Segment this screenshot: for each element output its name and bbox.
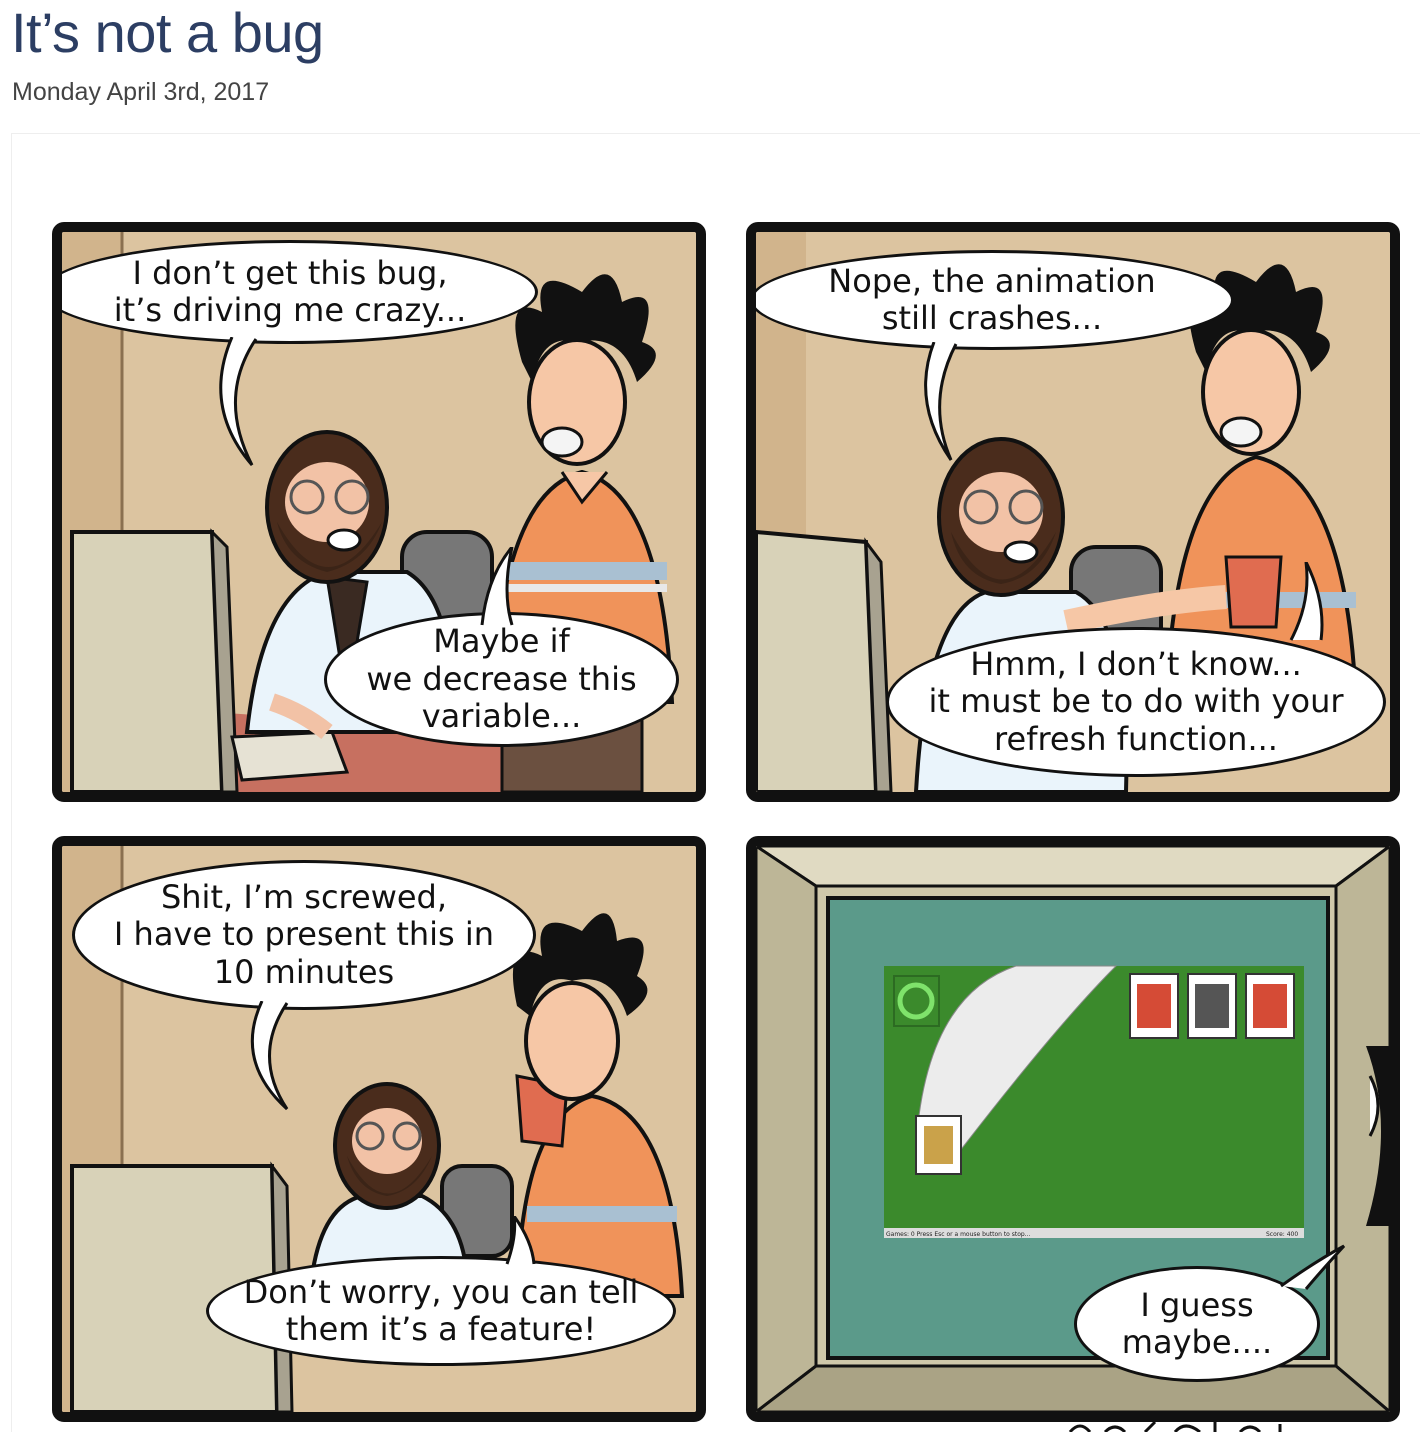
- speech-bubble-tail: [219, 337, 258, 466]
- post-date: Monday April 3rd, 2017: [12, 78, 270, 106]
- comic-panel-2: Nope, the animation still crashes... Hmm…: [746, 222, 1400, 802]
- speech-bubble: I don’t get this bug, it’s driving me cr…: [62, 240, 538, 344]
- speech-bubble-tail: [250, 1001, 289, 1111]
- comic-credit-fragment: [1068, 1420, 1282, 1432]
- speech-bubble-tail: [480, 547, 514, 626]
- speech-bubble-tail: [1280, 1244, 1346, 1290]
- speech-bubble-tail: [924, 342, 958, 461]
- speech-bubble: Hmm, I don’t know... it must be to do wi…: [886, 627, 1386, 777]
- speech-bubble: Don’t worry, you can tell them it’s a fe…: [206, 1256, 676, 1366]
- speech-bubble-tail: [1289, 562, 1324, 641]
- speech-bubble: Nope, the animation still crashes...: [756, 250, 1234, 350]
- comic-panel-1: I don’t get this bug, it’s driving me cr…: [52, 222, 706, 802]
- speech-bubble: Maybe if we decrease this variable...: [324, 612, 679, 747]
- solitaire-status-right: Score: 400: [1266, 1231, 1298, 1238]
- post-title: It’s not a bug: [11, 1, 324, 64]
- comic-panel-4: Games: 0 Press Esc or a mouse button to …: [746, 836, 1400, 1422]
- comic-panel-3: Shit, I’m screwed, I have to present thi…: [52, 836, 706, 1422]
- solitaire-status-left: Games: 0 Press Esc or a mouse button to …: [886, 1231, 1031, 1238]
- speech-bubble-tail: [505, 1216, 536, 1265]
- speech-bubble: Shit, I’m screwed, I have to present thi…: [72, 860, 536, 1010]
